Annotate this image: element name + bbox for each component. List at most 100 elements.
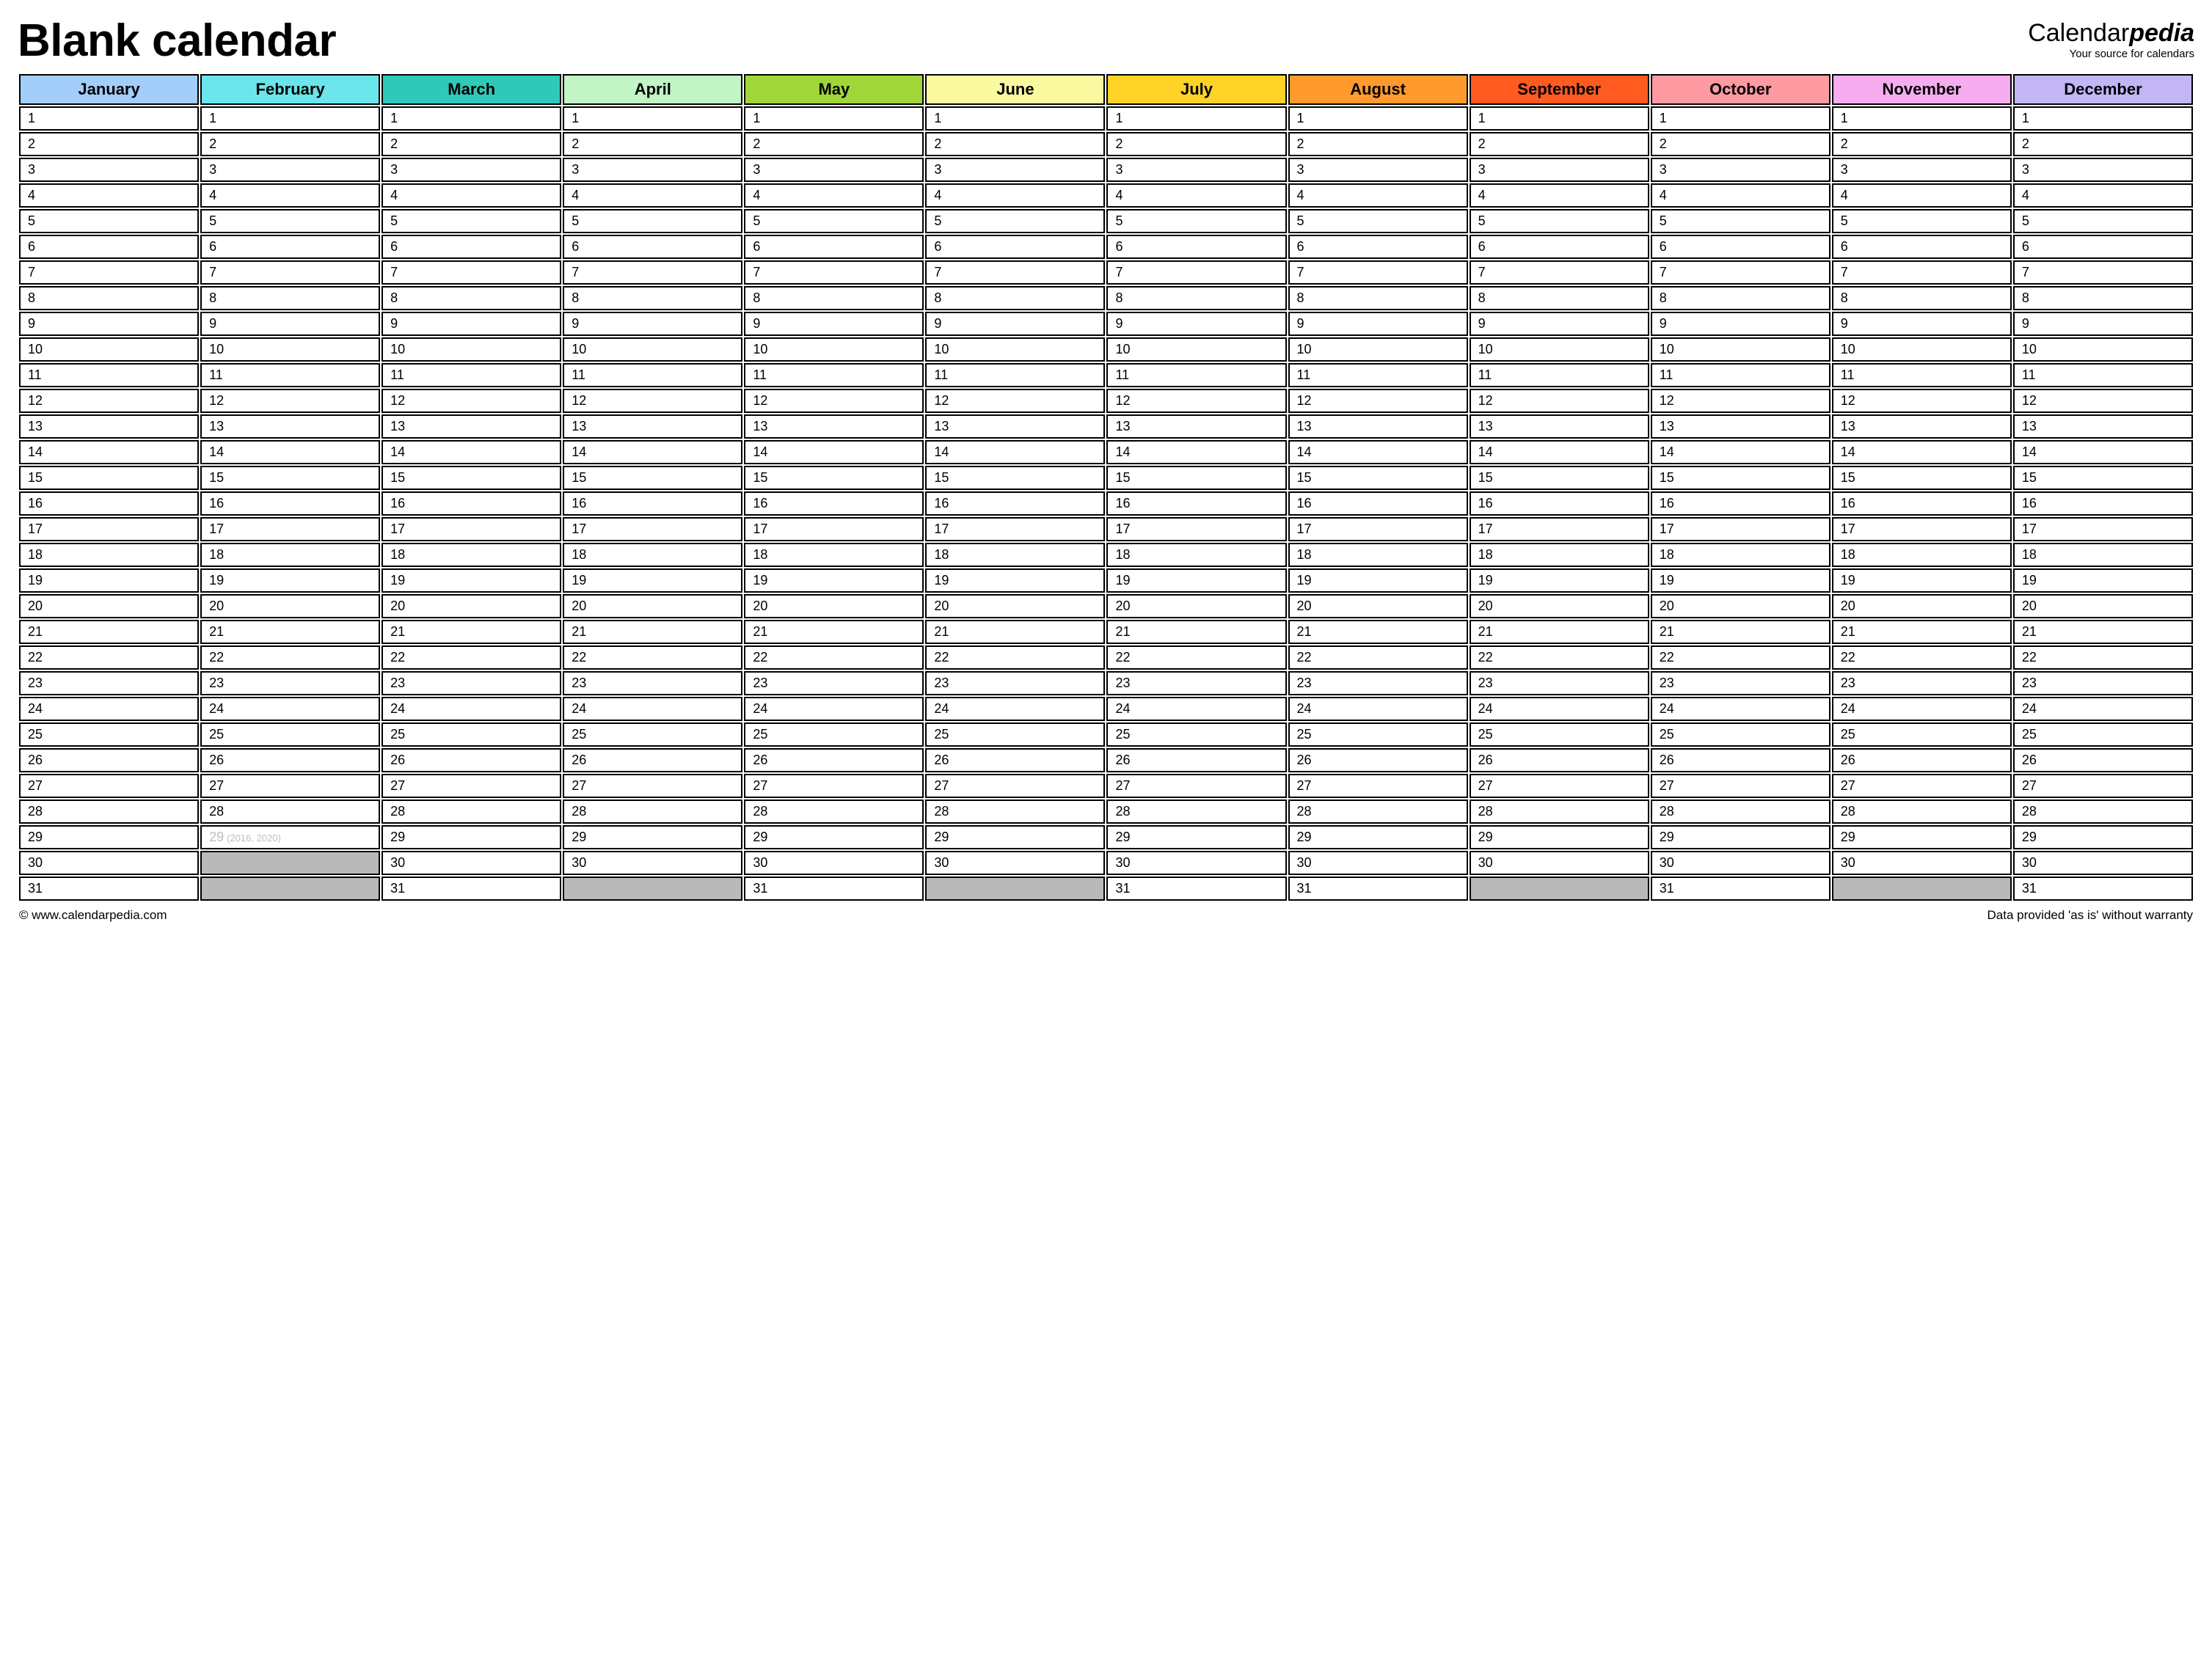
day-row: 2929(2016, 2020)29292929292929292929 (19, 825, 2193, 849)
day-cell: 7 (925, 260, 1105, 285)
day-cell: 19 (1288, 568, 1468, 593)
day-cell: 7 (1832, 260, 2012, 285)
day-row: 212121212121212121212121 (19, 620, 2193, 644)
day-cell: 19 (1106, 568, 1286, 593)
leap-day-number: 29 (209, 830, 224, 844)
day-cell: 26 (1288, 748, 1468, 772)
day-cell: 15 (1106, 466, 1286, 490)
day-cell: 9 (19, 312, 199, 336)
day-cell: 23 (925, 671, 1105, 695)
day-cell: 28 (1288, 799, 1468, 824)
day-cell: 31 (744, 877, 924, 901)
day-cell: 27 (1106, 774, 1286, 798)
day-cell: 7 (2013, 260, 2193, 285)
day-cell: 15 (1651, 466, 1830, 490)
day-cell: 13 (925, 414, 1105, 439)
day-cell: 18 (1470, 543, 1649, 567)
day-cell: 29 (563, 825, 742, 849)
day-cell: 3 (200, 158, 380, 182)
day-cell: 21 (1470, 620, 1649, 644)
day-cell: 24 (1106, 697, 1286, 721)
day-row: 101010101010101010101010 (19, 337, 2193, 362)
day-cell: 22 (1470, 645, 1649, 670)
day-cell: 23 (200, 671, 380, 695)
day-cell: 25 (744, 722, 924, 747)
day-cell: 3 (382, 158, 561, 182)
day-cell: 24 (200, 697, 380, 721)
day-cell: 13 (744, 414, 924, 439)
day-cell: 18 (19, 543, 199, 567)
day-cell: 28 (1106, 799, 1286, 824)
day-cell: 29 (382, 825, 561, 849)
day-cell: 9 (925, 312, 1105, 336)
day-cell: 17 (2013, 517, 2193, 541)
day-row: 252525252525252525252525 (19, 722, 2193, 747)
day-cell: 18 (1651, 543, 1830, 567)
month-header: August (1288, 74, 1468, 105)
day-cell: 13 (1832, 414, 2012, 439)
day-cell: 27 (19, 774, 199, 798)
day-cell: 26 (19, 748, 199, 772)
day-cell: 12 (925, 389, 1105, 413)
day-cell: 16 (744, 491, 924, 516)
day-cell: 28 (563, 799, 742, 824)
day-cell: 28 (2013, 799, 2193, 824)
day-cell: 19 (563, 568, 742, 593)
month-header: March (382, 74, 561, 105)
day-cell: 19 (1651, 568, 1830, 593)
day-cell (563, 877, 742, 901)
day-row: 272727272727272727272727 (19, 774, 2193, 798)
day-cell: 31 (382, 877, 561, 901)
day-cell: 30 (925, 851, 1105, 875)
day-cell: 8 (563, 286, 742, 310)
day-cell: 19 (382, 568, 561, 593)
day-cell: 19 (19, 568, 199, 593)
day-cell: 24 (1651, 697, 1830, 721)
day-cell: 25 (1288, 722, 1468, 747)
day-cell: 9 (1288, 312, 1468, 336)
day-cell: 15 (200, 466, 380, 490)
day-cell: 19 (744, 568, 924, 593)
day-cell: 5 (1106, 209, 1286, 233)
day-cell: 20 (563, 594, 742, 618)
day-cell: 23 (2013, 671, 2193, 695)
day-cell: 26 (1651, 748, 1830, 772)
day-cell: 22 (1651, 645, 1830, 670)
day-cell: 7 (563, 260, 742, 285)
day-cell: 26 (1470, 748, 1649, 772)
day-cell: 28 (925, 799, 1105, 824)
day-cell: 30 (1651, 851, 1830, 875)
day-cell: 22 (1106, 645, 1286, 670)
day-cell: 7 (1288, 260, 1468, 285)
day-cell: 27 (563, 774, 742, 798)
day-cell: 20 (1106, 594, 1286, 618)
day-cell: 27 (1470, 774, 1649, 798)
day-cell: 6 (744, 235, 924, 259)
day-cell: 14 (1106, 440, 1286, 464)
day-cell: 20 (1832, 594, 2012, 618)
day-cell: 16 (1106, 491, 1286, 516)
day-cell: 1 (1106, 106, 1286, 131)
day-cell: 26 (1832, 748, 2012, 772)
day-cell: 3 (925, 158, 1105, 182)
day-cell: 12 (1651, 389, 1830, 413)
day-cell: 23 (1288, 671, 1468, 695)
day-cell: 27 (1651, 774, 1830, 798)
day-cell: 11 (1470, 363, 1649, 387)
day-cell: 5 (1832, 209, 2012, 233)
day-row: 666666666666 (19, 235, 2193, 259)
day-cell: 7 (1470, 260, 1649, 285)
day-cell: 8 (1106, 286, 1286, 310)
brand-suffix: pedia (2129, 19, 2194, 47)
day-cell: 21 (1651, 620, 1830, 644)
day-cell: 24 (563, 697, 742, 721)
day-cell: 13 (1288, 414, 1468, 439)
day-cell: 6 (1106, 235, 1286, 259)
day-cell: 16 (1651, 491, 1830, 516)
day-cell: 15 (1470, 466, 1649, 490)
day-cell: 11 (200, 363, 380, 387)
day-cell: 2 (200, 132, 380, 156)
footer-right: Data provided 'as is' without warranty (1987, 908, 2193, 923)
day-cell (1470, 877, 1649, 901)
day-cell: 10 (1106, 337, 1286, 362)
